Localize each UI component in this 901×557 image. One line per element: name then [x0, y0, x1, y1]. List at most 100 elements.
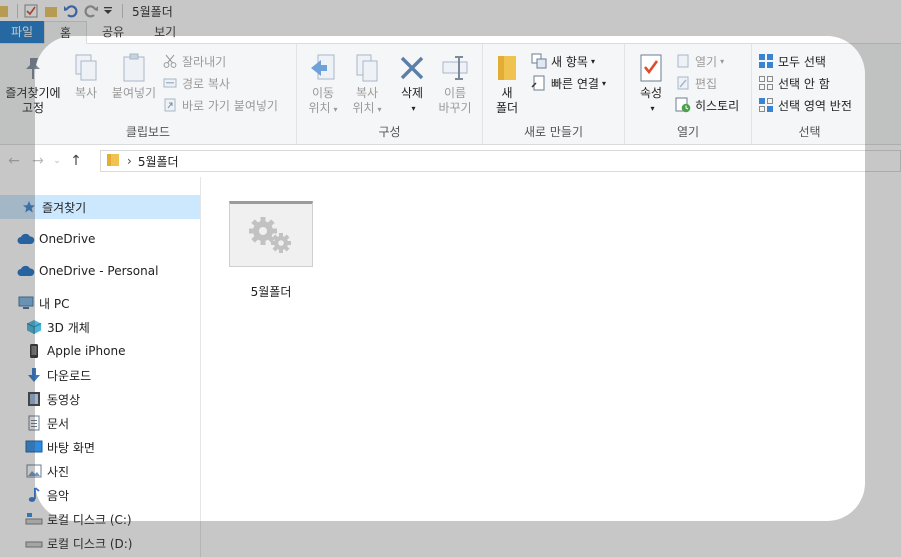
nav-item-3d-objects[interactable]: 3D 개체 [0, 315, 200, 339]
new-item-icon [531, 53, 547, 69]
nav-label: OneDrive [39, 232, 96, 246]
properties-button[interactable]: 속성 ▾ [631, 52, 671, 116]
organize-group: 이동 위치 ▾ 복사 위치 ▾ 삭제 ▾ 이름 바꾸기 구성 [297, 44, 483, 144]
paste-shortcut-button[interactable]: 바로 가기 붙여넣기 [162, 95, 278, 115]
history-button[interactable]: 히스토리 [675, 95, 739, 115]
file-name: 5월폴더 [250, 285, 292, 299]
easy-access-label: 빠른 연결 [551, 76, 599, 91]
file-item[interactable]: 5월폴더 [228, 201, 314, 300]
music-icon [25, 487, 43, 503]
title-bar: 5월폴더 [0, 0, 901, 22]
rename-button[interactable]: 이름 바꾸기 [432, 52, 478, 116]
nav-item-documents[interactable]: 문서 [0, 411, 200, 435]
select-all-label: 모두 선택 [778, 54, 826, 69]
cloud-icon [17, 263, 35, 279]
group-label-organize: 구성 [378, 125, 401, 139]
pin-label: 즐겨찾기에 [5, 86, 61, 100]
delete-button[interactable]: 삭제 ▾ [392, 52, 432, 116]
open-button[interactable]: 열기 ▾ [675, 51, 724, 71]
group-label-clipboard: 클립보드 [125, 125, 171, 139]
new-group: 새 폴더 새 항목 ▾ 빠른 연결 ▾ 새로 만들기 [483, 44, 625, 144]
file-list-area[interactable]: 5월폴더 [201, 177, 901, 557]
nav-label: 바탕 화면 [47, 440, 95, 455]
settings-gears-icon [229, 201, 313, 267]
nav-item-pictures[interactable]: 사진 [0, 459, 200, 483]
properties-caret: ▾ [650, 104, 655, 113]
pin-to-quick-access-button[interactable]: 즐겨찾기에 고정 [0, 52, 66, 116]
folder-icon [0, 3, 8, 19]
ribbon-tabs: 파일 홈 공유 보기 [0, 21, 901, 44]
history-icon [675, 97, 691, 113]
select-all-icon [758, 53, 774, 69]
invert-selection-icon [758, 97, 774, 113]
open-caret: ▾ [720, 56, 725, 66]
move-to-icon [307, 52, 339, 84]
nav-label: 로컬 디스크 (D:) [47, 536, 133, 551]
select-none-icon [758, 75, 774, 91]
tab-home[interactable]: 홈 [44, 21, 88, 44]
nav-item-desktop[interactable]: 바탕 화면 [0, 435, 200, 459]
document-icon [25, 415, 43, 431]
group-label-select: 선택 [798, 125, 821, 139]
address-bar[interactable]: › 5월폴더 [100, 150, 901, 172]
nav-item-onedrive-personal[interactable]: OneDrive - Personal [0, 259, 200, 283]
new-folder-button[interactable]: 새 폴더 [489, 52, 525, 116]
undo-icon[interactable] [63, 3, 79, 19]
select-none-button[interactable]: 선택 안 함 [758, 73, 830, 93]
forward-arrow-icon[interactable]: → [26, 149, 50, 173]
nav-item-local-disk-d[interactable]: 로컬 디스크 (D:) [0, 531, 200, 555]
customize-dropdown-icon[interactable] [103, 3, 113, 19]
easy-access-caret: ▾ [601, 78, 606, 88]
ribbon: 즐겨찾기에 고정 복사 붙여넣기 잘라내기 경로 복사 바로 가기 붙여넣기 클… [0, 44, 901, 145]
navigation-bar: ← → ⌄ ↑ › 5월폴더 [0, 145, 901, 177]
pin-label-2: 고정 [21, 101, 45, 115]
new-folder-label: 새 [501, 86, 513, 100]
redo-icon[interactable] [83, 3, 99, 19]
nav-item-videos[interactable]: 동영상 [0, 387, 200, 411]
properties-check-icon[interactable] [23, 3, 39, 19]
copy-button[interactable]: 복사 [66, 52, 106, 101]
invert-selection-button[interactable]: 선택 영역 반전 [758, 95, 852, 115]
move-to-label-2: 위치 ▾ [308, 101, 338, 115]
nav-item-quick-access[interactable]: 즐겨찾기 [0, 195, 200, 219]
move-to-button[interactable]: 이동 위치 ▾ [301, 52, 345, 117]
paste-button[interactable]: 붙여넣기 [106, 52, 162, 101]
edit-button[interactable]: 편집 [675, 73, 717, 93]
drive-icon [25, 535, 43, 551]
new-folder-icon[interactable] [43, 3, 59, 19]
copy-path-button[interactable]: 경로 복사 [162, 73, 230, 93]
easy-access-button[interactable]: 빠른 연결 ▾ [531, 73, 606, 93]
video-icon [25, 391, 43, 407]
navigation-pane: 즐겨찾기 OneDrive OneDrive - Personal 내 PC 3… [0, 177, 201, 557]
tab-share[interactable]: 공유 [87, 21, 139, 43]
copy-to-label-2: 위치 ▾ [352, 101, 382, 115]
new-item-button[interactable]: 새 항목 ▾ [531, 51, 595, 71]
copy-to-label: 복사 [355, 86, 379, 100]
separator [17, 4, 18, 18]
invert-selection-label: 선택 영역 반전 [778, 98, 852, 113]
phone-icon [25, 343, 43, 359]
cut-button[interactable]: 잘라내기 [162, 51, 226, 71]
nav-item-local-disk-c[interactable]: 로컬 디스크 (C:) [0, 507, 200, 531]
nav-item-this-pc[interactable]: 내 PC [0, 291, 200, 315]
recent-locations-chevron-icon[interactable]: ⌄ [50, 149, 64, 173]
nav-item-onedrive[interactable]: OneDrive [0, 227, 200, 251]
up-arrow-icon[interactable]: ↑ [64, 149, 88, 173]
paste-label: 붙여넣기 [111, 86, 157, 100]
select-all-button[interactable]: 모두 선택 [758, 51, 826, 71]
nav-item-apple-iphone[interactable]: Apple iPhone [0, 339, 200, 363]
tab-file[interactable]: 파일 [0, 21, 44, 43]
copy-to-button[interactable]: 복사 위치 ▾ [345, 52, 389, 117]
delete-x-icon [396, 52, 428, 84]
rename-icon [439, 52, 471, 84]
edit-icon [675, 75, 691, 91]
nav-item-downloads[interactable]: 다운로드 [0, 363, 200, 387]
back-arrow-icon[interactable]: ← [2, 149, 26, 173]
breadcrumb-current[interactable]: 5월폴더 [138, 153, 179, 170]
tab-view[interactable]: 보기 [139, 21, 191, 43]
nav-item-music[interactable]: 음악 [0, 483, 200, 507]
nav-label: 음악 [47, 488, 70, 503]
scissors-icon [162, 53, 178, 69]
nav-label: 로컬 디스크 (C:) [47, 512, 132, 527]
group-label-new: 새로 만들기 [523, 125, 583, 139]
